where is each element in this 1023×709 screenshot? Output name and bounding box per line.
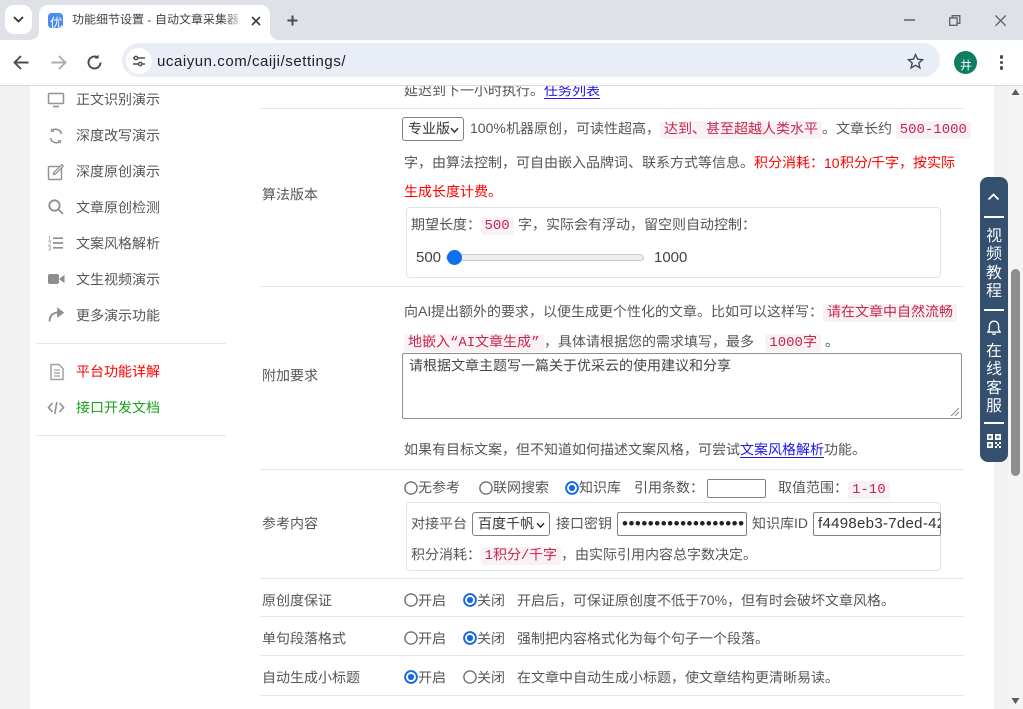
svg-text:3: 3 — [48, 246, 52, 252]
